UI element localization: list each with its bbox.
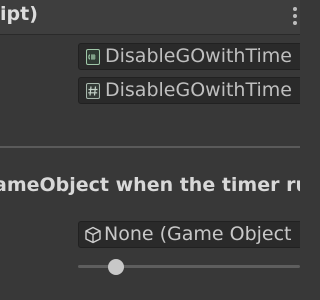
script-field[interactable]: DisableGOwithTime (78, 77, 300, 104)
section-label: ameObject when the timer ru (0, 174, 300, 196)
gameobject-field[interactable]: None (Game Object (78, 221, 300, 248)
script-field-value: DisableGOwithTime (105, 79, 292, 101)
more-options-icon[interactable] (286, 5, 300, 27)
component-title: ipt) (0, 3, 38, 25)
gameobject-field-value: None (Game Object (104, 223, 292, 245)
component-header[interactable]: ipt) (0, 0, 300, 35)
cube-icon (84, 226, 102, 244)
inspector-panel: ipt) DisableGOwithTime DisableGOwithTime… (0, 0, 300, 300)
script-field[interactable]: DisableGOwithTime (78, 43, 300, 70)
cs-script-icon (86, 49, 100, 65)
section-divider (0, 146, 300, 148)
hash-script-icon (86, 83, 100, 99)
script-field-value: DisableGOwithTime (105, 45, 292, 67)
slider-thumb[interactable] (108, 259, 124, 275)
